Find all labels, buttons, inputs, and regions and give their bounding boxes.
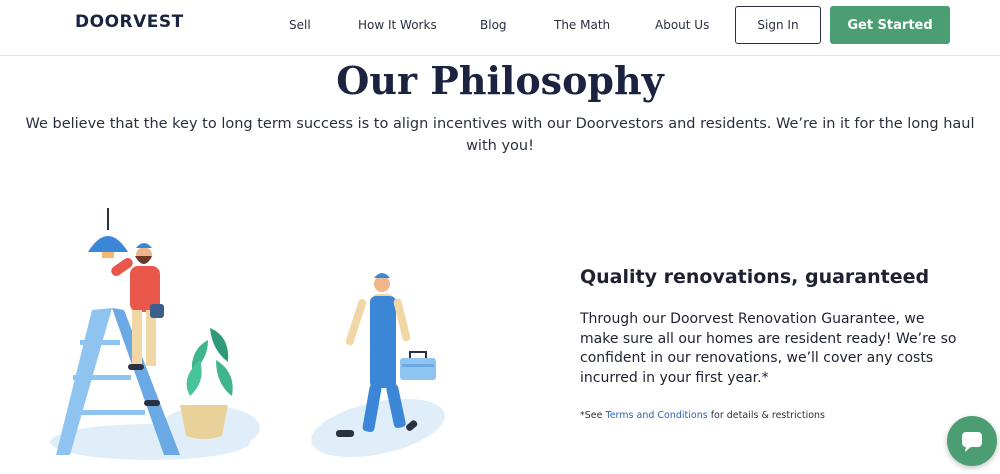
nav-the-math[interactable]: The Math [554, 18, 610, 32]
terms-note-prefix: *See [580, 410, 606, 421]
get-started-button[interactable]: Get Started [830, 6, 950, 44]
nav-blog[interactable]: Blog [480, 18, 507, 32]
nav-sell[interactable]: Sell [289, 18, 311, 32]
terms-and-conditions-link[interactable]: Terms and Conditions [606, 410, 708, 421]
toolbox-worker-illustration [311, 273, 445, 458]
chat-button[interactable] [947, 416, 997, 466]
feature-title: Quality renovations, guaranteed [580, 266, 930, 288]
site-header: DOORVEST Sell How It Works Blog The Math… [0, 0, 1000, 56]
nav-how-it-works[interactable]: How It Works [358, 18, 437, 32]
terms-note-suffix: for details & restrictions [707, 410, 826, 421]
chat-bubble-icon [962, 432, 982, 452]
page-title: Our Philosophy [336, 58, 664, 103]
ladder-worker-illustration [50, 208, 260, 460]
renovation-illustration [50, 208, 445, 460]
philosophy-subtitle: We believe that the key to long term suc… [25, 116, 975, 154]
sign-in-button[interactable]: Sign In [735, 6, 821, 44]
doorvest-logo[interactable]: DOORVEST [75, 12, 184, 32]
nav-about-us[interactable]: About Us [655, 18, 709, 32]
terms-note: *See Terms and Conditions for details & … [580, 410, 825, 421]
feature-description: Through our Doorvest Renovation Guarante… [580, 311, 957, 386]
